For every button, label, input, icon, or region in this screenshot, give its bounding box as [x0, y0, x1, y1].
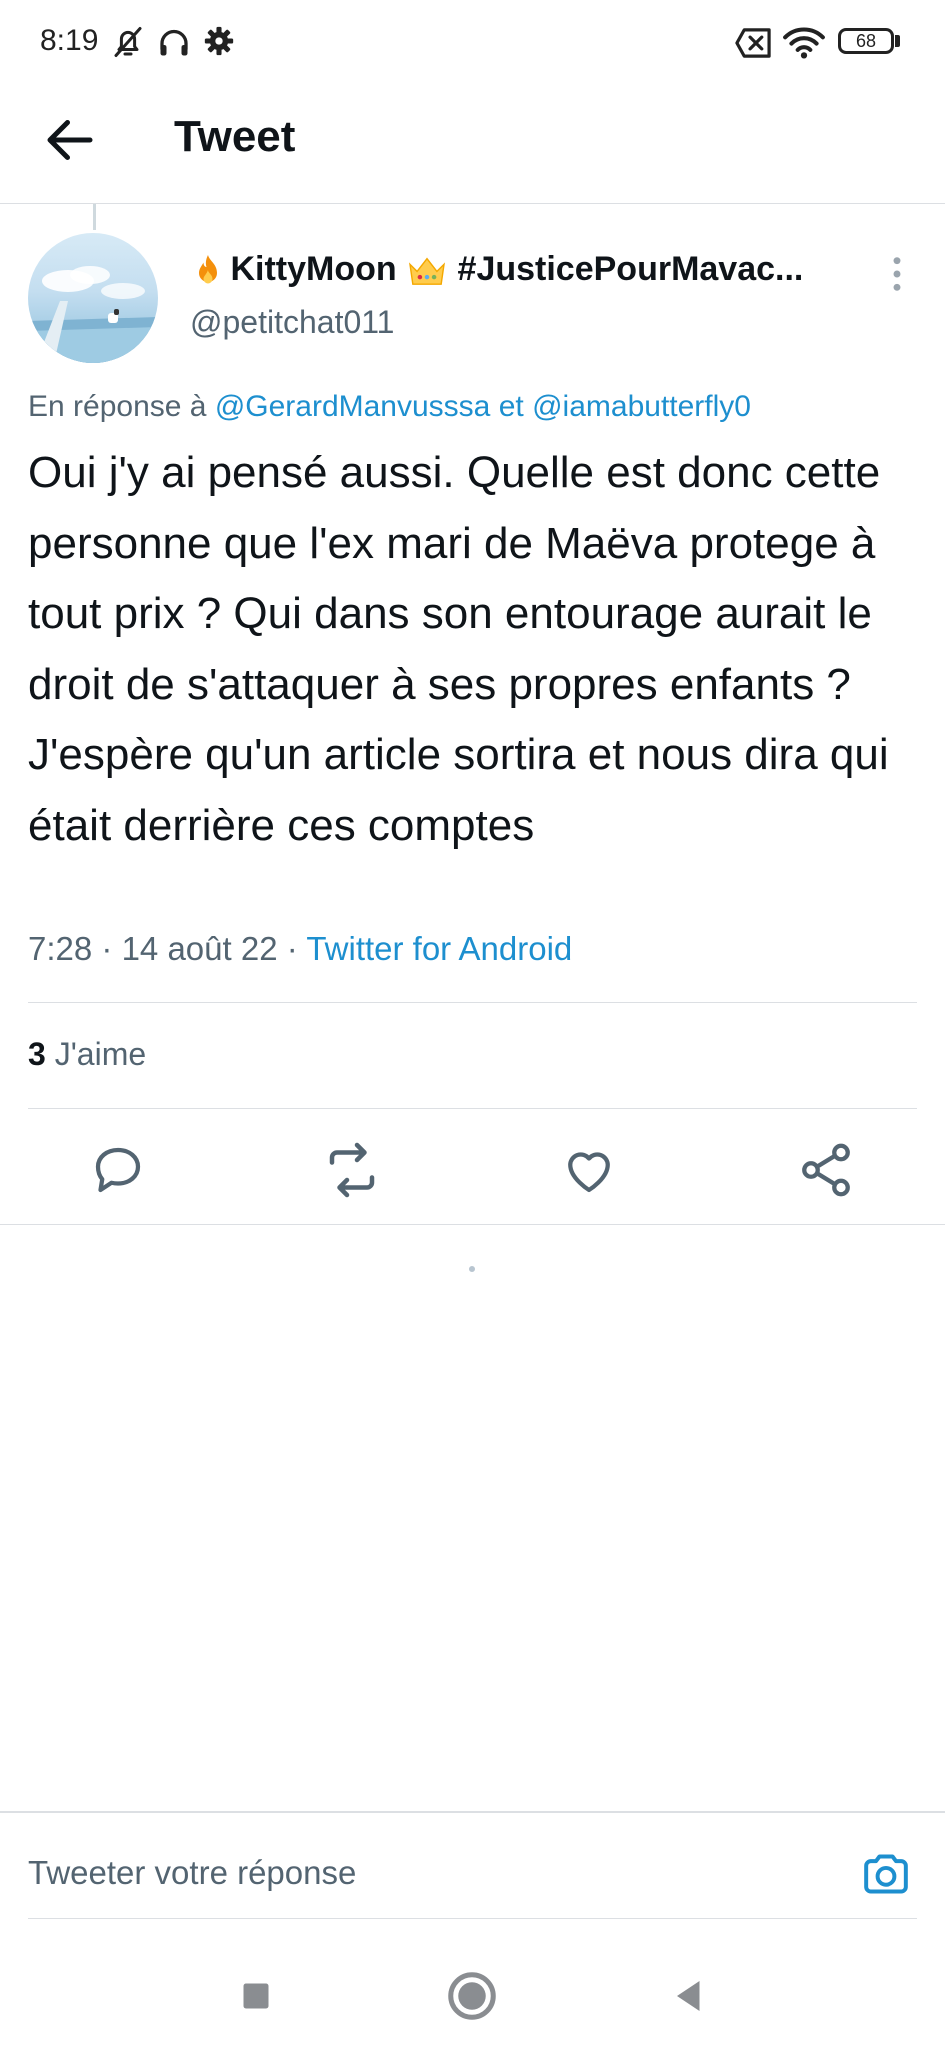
- reply-prefix: En réponse à: [28, 390, 207, 423]
- tweet-text: Oui j'y ai pensé aussi. Quelle est donc …: [28, 448, 889, 850]
- battery-icon: 68: [838, 28, 894, 54]
- divider: [28, 1918, 917, 1919]
- divider: [28, 1108, 917, 1109]
- retweet-icon[interactable]: [322, 1140, 382, 1200]
- wifi-icon: [783, 27, 825, 59]
- fire-emoji: [199, 254, 217, 283]
- tweet-time: 7:28: [28, 930, 93, 967]
- reply-context: En réponse à @GerardManvusssa et @iamabu…: [28, 390, 751, 424]
- back-arrow-button[interactable]: [40, 110, 100, 170]
- author-handle[interactable]: @petitchat011: [190, 304, 394, 341]
- meta-separator: ·: [286, 930, 298, 967]
- tweet-meta: 7:28 · 14 août 22 · Twitter for Android: [28, 930, 572, 968]
- reply-bar-divider: [0, 1811, 945, 1813]
- back-triangle-icon[interactable]: [657, 1966, 717, 2026]
- no-sim-icon: [735, 28, 771, 58]
- author-name-row[interactable]: KittyMoon #JusticePourMavac...: [190, 250, 870, 294]
- tweet-date: 14 août 22: [121, 930, 278, 967]
- likes-summary[interactable]: 3 J'aime: [28, 1036, 146, 1073]
- camera-icon[interactable]: [858, 1846, 914, 1902]
- header-divider: [0, 203, 945, 204]
- home-icon[interactable]: [442, 1966, 502, 2026]
- avatar[interactable]: [28, 233, 158, 363]
- share-icon[interactable]: [796, 1140, 856, 1200]
- reply-mention-link[interactable]: @GerardManvusssa: [215, 390, 491, 423]
- likes-count: 3: [28, 1036, 46, 1072]
- loading-indicator: [469, 1266, 475, 1272]
- reply-mention-link[interactable]: @iamabutterfly0: [532, 390, 751, 423]
- battery-tip: [895, 35, 900, 47]
- author-name-hashtag: #JusticePourMavac...: [457, 250, 804, 288]
- divider: [0, 1224, 945, 1225]
- divider: [28, 1002, 917, 1003]
- avatar-image: [28, 266, 158, 363]
- meta-separator: ·: [101, 930, 113, 967]
- gear-icon: [204, 26, 234, 56]
- reply-bubble-icon[interactable]: [88, 1140, 148, 1200]
- muted-bell-icon: [114, 27, 142, 57]
- reply-input[interactable]: [28, 1848, 828, 1898]
- page-title: Tweet: [174, 112, 296, 161]
- recent-apps-icon[interactable]: [226, 1966, 286, 2026]
- status-time: 8:19: [40, 24, 99, 57]
- author-display-name: KittyMoon: [230, 250, 397, 288]
- reply-conjunction[interactable]: et: [499, 390, 524, 423]
- heart-icon[interactable]: [559, 1140, 619, 1200]
- likes-label: J'aime: [54, 1036, 147, 1072]
- thread-connector-line: [93, 204, 96, 230]
- tweet-source-link[interactable]: Twitter for Android: [306, 930, 572, 967]
- crown-emoji: [409, 257, 446, 285]
- more-options-icon[interactable]: [882, 254, 912, 294]
- headphones-icon: [160, 29, 188, 56]
